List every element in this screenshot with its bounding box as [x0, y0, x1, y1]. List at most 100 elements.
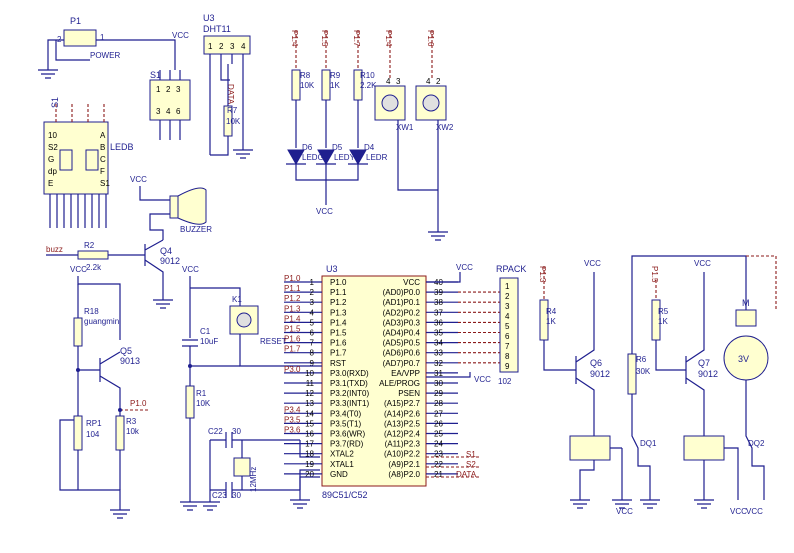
q7-part: 9012	[698, 369, 718, 379]
mcu-left-net-label: P1.0	[284, 274, 301, 283]
mcu-right-pin-number: 24	[434, 440, 443, 449]
mcu-part: 89C51/C52	[322, 490, 368, 500]
r7-val: 10K	[226, 117, 241, 126]
r3-body	[115, 415, 125, 451]
mcu-left-pin-name: P1.3	[330, 308, 347, 317]
mcu-right-pin-number: 32	[434, 359, 443, 368]
r9-val: 1K	[330, 81, 340, 90]
r1-ref: R1	[196, 389, 207, 398]
mcu-left-pin-name: P3.1(TXD)	[330, 379, 368, 388]
r8-ref: R8	[300, 71, 311, 80]
mcu-left-net-label: P1.5	[284, 325, 301, 334]
q5-ref: Q5	[120, 346, 132, 356]
s1-pin: 1	[156, 85, 161, 94]
relay1-vcc-bot: VCC	[616, 507, 633, 516]
buzzer: VCC BUZZER	[130, 175, 212, 240]
key-pin: 4	[426, 77, 431, 86]
led-net: P1.7	[352, 30, 361, 47]
rpack-name: RPACK	[496, 264, 526, 274]
buzzer-horn-icon	[177, 187, 207, 225]
mcu-left-net-label: P1.3	[284, 304, 301, 313]
relay1-vcc: VCC	[584, 259, 601, 268]
mcu-left-pin-number: 6	[310, 329, 315, 338]
dht11-pin: 4	[241, 42, 246, 51]
dht11-ref: U3	[203, 13, 215, 23]
mcu-left-pin-number: 11	[306, 379, 315, 388]
mcu-left-pin-name: P1.4	[330, 318, 347, 327]
mcu-right-pin-number: 26	[434, 419, 443, 428]
mcu-right-pin-name: (AD0)P0.0	[383, 288, 421, 297]
mcu-right-pin-number: 39	[434, 288, 443, 297]
q6-ref: Q6	[590, 358, 602, 368]
led-array: P1.4 P1.5 P1.7 R8 10K R9 1K R10 2.2K D6 …	[286, 30, 388, 216]
xtal-val: 12MHz	[249, 467, 258, 492]
r4-val: 1K	[546, 317, 556, 326]
ledb-pin: A	[100, 131, 106, 140]
transistor-q4: buzz R2 2.2k Q4 9012	[46, 239, 180, 309]
mcu-left-pin-number: 17	[305, 440, 314, 449]
power-connector: P1 2 1 POWER VCC	[38, 16, 189, 79]
r6-val: 30K	[636, 367, 651, 376]
rpack-pin-number: 5	[505, 322, 510, 331]
key-switches: P1.4 P1.6 4 3 4 2 XW1 XW2	[374, 30, 454, 241]
mcu-left-pin-name: XTAL1	[330, 460, 354, 469]
relay1-coil	[569, 435, 611, 461]
mcu-right-pin-name: (A9)P2.1	[388, 460, 420, 469]
q4-net: buzz	[46, 245, 63, 254]
motor-brush	[735, 309, 757, 327]
r2-val: 2.2k	[86, 263, 102, 272]
s1-pin: 4	[166, 107, 171, 116]
led-vcc: VCC	[316, 207, 333, 216]
led-net: P1.5	[320, 30, 329, 47]
mcu-right-pin-name: PSEN	[398, 389, 420, 398]
r1-body	[185, 385, 195, 419]
dht11-part: DHT11	[203, 24, 231, 34]
mcu-right-pin-number: 38	[434, 298, 443, 307]
c1-val: 10uF	[200, 337, 218, 346]
mcu-left-pin-number: 2	[310, 288, 315, 297]
mcu-left-pin-name: P1.1	[330, 288, 347, 297]
mcu-right-pin-number: 28	[434, 399, 443, 408]
mcu-right-pin-name: (AD2)P0.2	[383, 308, 421, 317]
mcu-left-pin-number: 19	[305, 460, 314, 469]
relay2-vcc: VCC	[694, 259, 711, 268]
mcu-left-pin-name: P3.3(INT1)	[330, 399, 369, 408]
s1-pin: 2	[166, 85, 171, 94]
mcu-left-pin-number: 18	[305, 450, 314, 459]
s1-pin: 3	[176, 85, 181, 94]
c22-ref: C22	[208, 427, 223, 436]
ledb-pin: 10	[48, 131, 57, 140]
mcu-left-pin-name: P1.2	[330, 298, 347, 307]
rp1-ref: RP1	[86, 419, 102, 428]
mcu-left-pin-number: 16	[305, 430, 314, 439]
mcu-left-pin-name: P3.4(T0)	[330, 409, 361, 418]
mcu-right-pin-number: 36	[434, 318, 443, 327]
mcu-right-pin-name: (A11)P2.3	[385, 440, 421, 449]
r18-body	[73, 317, 83, 347]
s1-pin: 6	[176, 107, 181, 116]
reset-vcc: VCC	[182, 265, 199, 274]
key-net: P1.6	[426, 30, 435, 47]
mcu-left-net-label: P1.2	[284, 294, 301, 303]
mcu-left-pin-number: 7	[310, 339, 315, 348]
mcu-right-pin-number: 35	[434, 329, 443, 338]
d6-ref: D6	[302, 143, 313, 152]
r2-ref: R2	[84, 241, 95, 250]
mcu-left-pin-number: 10	[305, 369, 314, 378]
mcu-left-net-label: P3.6	[284, 426, 301, 435]
dq2-ref: DQ2	[748, 439, 765, 448]
dht11-pin: 1	[208, 42, 213, 51]
mcu-right-pin-name: (A12)P2.4	[384, 430, 421, 439]
relay2-coil	[683, 435, 725, 461]
resistor-pack: RPACK 123456789 102	[496, 264, 526, 386]
mcu-left-pin-number: 8	[310, 349, 315, 358]
mcu-right-pin-name: VCC	[403, 278, 420, 287]
rp1-val: 104	[86, 430, 100, 439]
r6-ref: R6	[636, 355, 647, 364]
xw2-button-icon	[422, 94, 440, 112]
mcu-right-pin-name: EA/VPP	[391, 369, 420, 378]
mcu-left-pin-number: 14	[305, 409, 314, 418]
mcu-left-pin-name: P3.6(WR)	[330, 430, 365, 439]
dq1-ref: DQ1	[640, 439, 657, 448]
rpack-pin-number: 7	[505, 342, 510, 351]
